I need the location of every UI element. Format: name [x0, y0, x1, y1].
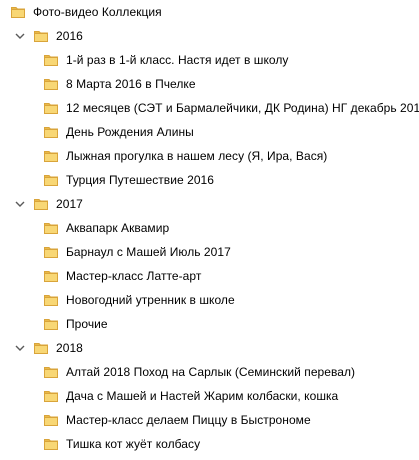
tree-item[interactable]: Барнаул с Машей Июль 2017: [43, 240, 233, 264]
tree-group-label: 2018: [56, 341, 83, 355]
folder-icon: [43, 148, 59, 164]
tree-item-label: 1-й раз в 1-й класс. Настя идет в школу: [66, 53, 289, 67]
tree-group-label: 2017: [56, 197, 83, 211]
folder-icon: [10, 4, 26, 20]
tree-item-label: Турция Путешествие 2016: [66, 173, 214, 187]
folder-icon: [43, 364, 59, 380]
tree-item-label: Новогодний утренник в школе: [66, 293, 235, 307]
tree-item-label: 12 месяцев (СЭТ и Бармалейчики, ДК Родин…: [66, 101, 419, 115]
tree-item[interactable]: Дача с Машей и Настей Жарим колбаски, ко…: [43, 384, 340, 408]
folder-icon: [43, 412, 59, 428]
tree-item[interactable]: Алтай 2018 Поход на Сарлык (Семинский пе…: [43, 360, 357, 384]
folder-icon: [33, 340, 49, 356]
tree-item-label: Аквапарк Аквамир: [66, 221, 170, 235]
folder-icon: [43, 52, 59, 68]
folder-icon: [43, 436, 59, 452]
folder-icon: [43, 268, 59, 284]
tree-item[interactable]: Тишка кот жуёт колбасу: [43, 432, 202, 456]
tree-item-label: Мастер-класс Латте-арт: [66, 269, 202, 283]
tree-item-label: Алтай 2018 Поход на Сарлык (Семинский пе…: [66, 365, 356, 379]
tree-group-2018[interactable]: 2018: [14, 336, 85, 360]
tree-item-label: 8 Марта 2016 в Пчелке: [66, 77, 196, 91]
tree-item-label: Тишка кот жуёт колбасу: [66, 437, 201, 451]
folder-icon: [43, 172, 59, 188]
chevron-down-icon[interactable]: [14, 342, 26, 354]
folder-icon: [43, 244, 59, 260]
tree-root[interactable]: Фото-видео Коллекция: [10, 0, 164, 24]
tree-root-label: Фото-видео Коллекция: [33, 5, 162, 19]
tree-item[interactable]: Аквапарк Аквамир: [43, 216, 171, 240]
tree-item-label: День Рождения Алины: [66, 125, 194, 139]
folder-tree: Фото-видео Коллекция 2016 1-й раз в 1-й …: [0, 0, 419, 460]
folder-icon: [43, 316, 59, 332]
tree-item-label: Прочие: [66, 317, 108, 331]
tree-item[interactable]: Новогодний утренник в школе: [43, 288, 237, 312]
chevron-down-icon[interactable]: [14, 198, 26, 210]
tree-item-label: Лыжная прогулка в нашем лесу (Я, Ира, Ва…: [66, 149, 328, 163]
chevron-down-icon[interactable]: [14, 30, 26, 42]
tree-item[interactable]: Лыжная прогулка в нашем лесу (Я, Ира, Ва…: [43, 144, 329, 168]
tree-item[interactable]: Мастер-класс Латте-арт: [43, 264, 203, 288]
tree-item-label: Мастер-класс делаем Пиццу в Быстрономе: [66, 413, 311, 427]
folder-icon: [33, 28, 49, 44]
folder-icon: [43, 76, 59, 92]
tree-item[interactable]: 8 Марта 2016 в Пчелке: [43, 72, 198, 96]
tree-item[interactable]: 12 месяцев (СЭТ и Бармалейчики, ДК Родин…: [43, 96, 419, 120]
tree-item-label: Дача с Машей и Настей Жарим колбаски, ко…: [66, 389, 339, 403]
tree-group-label: 2016: [56, 29, 83, 43]
folder-icon: [43, 388, 59, 404]
tree-item[interactable]: Турция Путешествие 2016: [43, 168, 216, 192]
folder-icon: [43, 292, 59, 308]
tree-group-2017[interactable]: 2017: [14, 192, 85, 216]
tree-item[interactable]: Мастер-класс делаем Пиццу в Быстрономе: [43, 408, 313, 432]
tree-item[interactable]: Прочие: [43, 312, 110, 336]
folder-icon: [43, 220, 59, 236]
tree-group-2016[interactable]: 2016: [14, 24, 85, 48]
tree-item[interactable]: День Рождения Алины: [43, 120, 196, 144]
folder-icon: [43, 100, 59, 116]
tree-item[interactable]: 1-й раз в 1-й класс. Настя идет в школу: [43, 48, 290, 72]
folder-icon: [33, 196, 49, 212]
folder-icon: [43, 124, 59, 140]
tree-item-label: Барнаул с Машей Июль 2017: [66, 245, 231, 259]
